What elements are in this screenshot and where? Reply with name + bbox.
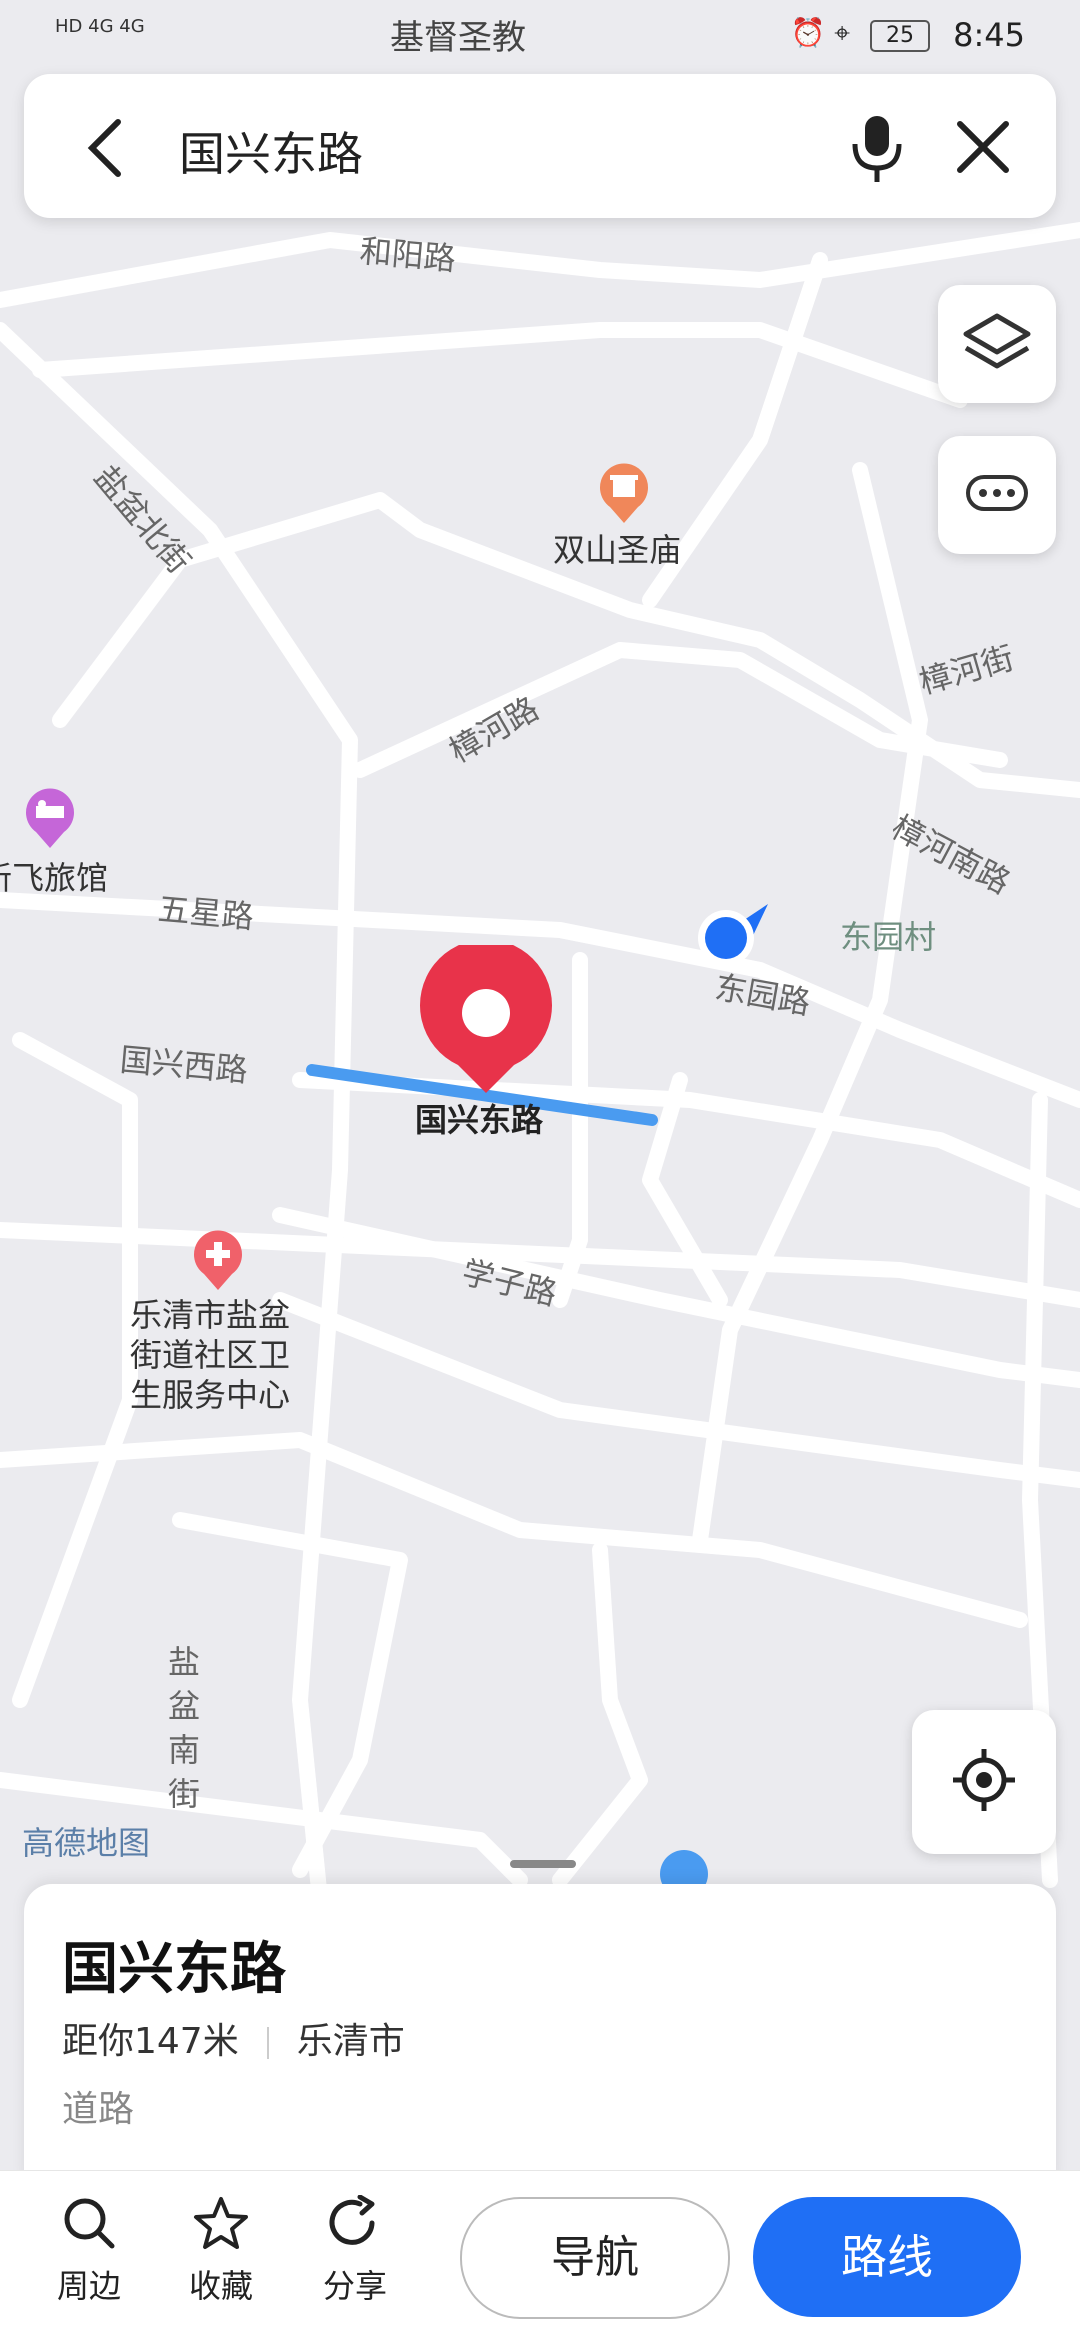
more-dots-icon — [965, 473, 1029, 517]
road-label-yanpen-south: 盐盆南街 — [168, 1643, 201, 1813]
share-label: 分享 — [322, 2267, 387, 2305]
meta-divider — [266, 2027, 269, 2059]
search-icon — [61, 2198, 117, 2255]
hotel-poi-icon[interactable] — [22, 788, 78, 854]
road-label-guoxing-east: 国兴东路 — [415, 1101, 544, 1139]
clear-search-icon[interactable] — [954, 118, 1012, 180]
share-button[interactable]: 分享 — [300, 2194, 410, 2307]
more-options-button[interactable] — [938, 436, 1056, 554]
nearby-label: 周边 — [56, 2267, 121, 2305]
nearby-button[interactable]: 周边 — [34, 2195, 144, 2307]
place-title: 国兴东路 — [62, 1937, 286, 2002]
place-distance: 距你147米 — [62, 2021, 239, 2062]
back-arrow-icon[interactable] — [80, 118, 130, 182]
clock: 8:45 — [953, 16, 1025, 54]
hospital-poi-icon[interactable] — [190, 1230, 246, 1296]
status-bar: HD 4G 4G 基督圣教 ⏰ ⌖ 25 8:45 — [0, 0, 1080, 70]
favorite-label: 收藏 — [188, 2267, 253, 2305]
destination-pin-icon[interactable] — [418, 939, 554, 1099]
road-label-wuxing: 五星路 — [156, 889, 256, 937]
place-meta: 距你147米 乐清市 — [62, 2012, 405, 2064]
area-label-dongyuan-village: 东园村 — [840, 918, 937, 956]
map-layers-button[interactable] — [938, 285, 1056, 403]
search-bar[interactable]: 国兴东路 — [24, 74, 1056, 218]
temple-poi-icon[interactable] — [596, 463, 652, 529]
bottom-action-bar: 周边 收藏 分享 导航 路线 — [0, 2170, 1080, 2341]
route-button[interactable]: 路线 — [753, 2197, 1021, 2317]
place-category: 道路 — [62, 2089, 135, 2130]
star-icon — [192, 2197, 250, 2255]
poi-label-church: 基督圣教 — [390, 18, 526, 58]
battery-indicator: 25 — [870, 20, 930, 52]
favorite-button[interactable]: 收藏 — [166, 2195, 276, 2307]
locate-icon — [949, 1745, 1019, 1819]
poi-label-health-center[interactable]: 乐清市盐盆 街道社区卫 生服务中心 — [130, 1295, 290, 1415]
place-info-card[interactable]: 国兴东路 距你147米 乐清市 道路 — [24, 1860, 1056, 2184]
network-indicator: HD 4G 4G — [55, 16, 145, 37]
alarm-location-icons: ⏰ ⌖ — [790, 16, 850, 49]
microphone-icon[interactable] — [849, 114, 905, 188]
map-brand-logo: 高德地图 — [22, 1824, 151, 1862]
current-location-marker — [690, 900, 770, 984]
locate-me-button[interactable] — [912, 1710, 1056, 1854]
layers-icon — [962, 312, 1032, 376]
search-query[interactable]: 国兴东路 — [179, 118, 363, 184]
drag-handle[interactable] — [510, 1860, 576, 1868]
poi-label-temple[interactable]: 双山圣庙 — [553, 525, 681, 571]
poi-label-hotel[interactable]: 新飞旅馆 — [0, 853, 108, 899]
navigate-button[interactable]: 导航 — [460, 2197, 730, 2319]
road-label-heyang: 和阳路 — [358, 231, 458, 279]
place-city: 乐清市 — [296, 2021, 405, 2062]
share-icon — [326, 2194, 384, 2255]
